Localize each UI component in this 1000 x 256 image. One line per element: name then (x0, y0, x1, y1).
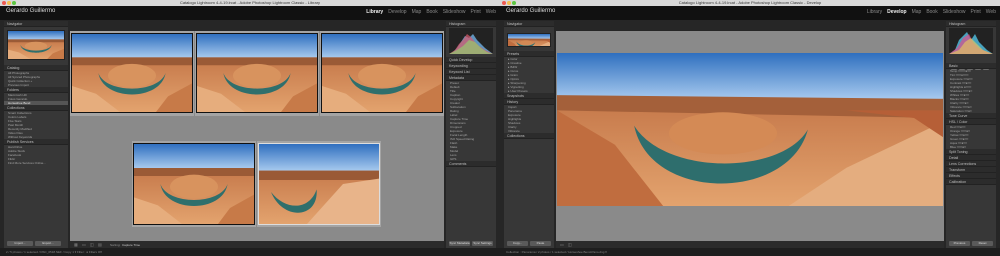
sync-settings-button[interactable]: Sync Settings (472, 241, 493, 246)
grid-view (70, 31, 444, 241)
module-slideshow[interactable]: Slideshow (943, 9, 966, 15)
thumbnail[interactable] (258, 143, 380, 225)
survey-view-icon[interactable]: ▤ (98, 242, 102, 247)
module-book[interactable]: Book (426, 9, 437, 15)
reset-button[interactable]: Reset (972, 241, 993, 246)
grid-cell[interactable] (70, 31, 194, 116)
sort-label: Sorting: (110, 243, 121, 247)
identity-plate: Gerardo Guillermo (6, 8, 56, 14)
module-map[interactable]: Map (412, 9, 422, 15)
navigator-header[interactable]: Navigator (504, 21, 554, 27)
panorama-image[interactable] (557, 53, 943, 206)
module-slideshow[interactable]: Slideshow (443, 9, 466, 15)
grid-view-icon[interactable]: ▦ (74, 242, 78, 247)
collections-header[interactable]: Collections (504, 133, 554, 139)
find-more-services-link[interactable]: Find More Services Online... (4, 161, 68, 165)
thumbnail[interactable] (196, 33, 318, 113)
histogram-header[interactable]: Histogram (446, 21, 496, 27)
module-web[interactable]: Web (486, 9, 496, 15)
histogram-graph (949, 28, 993, 54)
filmstrip-bar[interactable]: 2 / 5 photos / 1 selected / DSC_0518.NEF… (0, 248, 500, 256)
filmstrip-bar[interactable]: Collection : Panorama / 2 photos / 1 sel… (500, 248, 1000, 256)
module-print[interactable]: Print (971, 9, 981, 15)
module-picker: Library Develop Map Book Slideshow Print… (867, 9, 996, 15)
previous-button[interactable]: Previous (949, 241, 970, 246)
module-web[interactable]: Web (986, 9, 996, 15)
calibration-header[interactable]: Calibration (946, 179, 996, 185)
comments-header[interactable]: Comments (446, 161, 496, 167)
histogram-header[interactable]: Histogram (946, 21, 996, 27)
left-panel: Navigator Presets ▸ Color ▸ Creative ▸ B… (504, 21, 554, 248)
import-button[interactable]: Import... (7, 241, 33, 246)
module-library[interactable]: Library (867, 9, 882, 15)
right-panel: Histogram Basic Temp ━━━━●━━ Tint ━━━●━━… (946, 21, 996, 248)
identity-plate-bar: Gerardo Guillermo Library Develop Map Bo… (0, 6, 500, 20)
develop-screen: Catalogo Lightroom 4-4-19.lrcat - Adobe … (500, 0, 1000, 256)
loupe-view (556, 31, 944, 241)
module-develop[interactable]: Develop (887, 9, 906, 15)
grid-cell[interactable] (320, 31, 444, 116)
identity-plate-bar: Gerardo Guillermo Library Develop Map Bo… (500, 6, 1000, 20)
module-library[interactable]: Library (366, 9, 383, 15)
loupe-view-icon[interactable]: ▭ (82, 242, 86, 247)
export-button[interactable]: Export... (35, 241, 61, 246)
before-after-icon[interactable]: ◫ (568, 242, 572, 247)
identity-plate: Gerardo Guillermo (506, 8, 556, 14)
navigator-preview[interactable] (7, 30, 65, 60)
thumbnail[interactable] (71, 33, 193, 113)
left-panel: Navigator Catalog All Photographs All Sy… (4, 21, 68, 248)
sort-select[interactable]: Capture Time (122, 243, 140, 247)
sync-metadata-button[interactable]: Sync Metadata (449, 241, 470, 246)
grid-cell-selected[interactable] (257, 141, 381, 227)
module-map[interactable]: Map (912, 9, 922, 15)
loupe-view-icon[interactable]: ▭ (560, 242, 564, 247)
paste-settings-button[interactable]: Paste (530, 241, 551, 246)
navigator-header[interactable]: Navigator (4, 21, 68, 27)
histogram-graph (449, 28, 493, 54)
library-screen: Catalogo Lightroom 4-4-19.lrcat - Adobe … (0, 0, 500, 256)
thumbnail[interactable] (321, 33, 443, 113)
copy-settings-button[interactable]: Copy... (507, 241, 528, 246)
grid-cell[interactable] (195, 31, 319, 116)
module-book[interactable]: Book (926, 9, 937, 15)
module-print[interactable]: Print (471, 9, 481, 15)
compare-view-icon[interactable]: ◫ (90, 242, 94, 247)
navigator-preview[interactable] (507, 33, 551, 47)
right-panel: Histogram Quick Develop Keywording Keywo… (446, 21, 496, 248)
module-picker: Library Develop Map Book Slideshow Print… (366, 9, 496, 15)
module-develop[interactable]: Develop (388, 9, 406, 15)
grid-cell[interactable] (132, 141, 256, 227)
thumbnail[interactable] (133, 143, 255, 225)
